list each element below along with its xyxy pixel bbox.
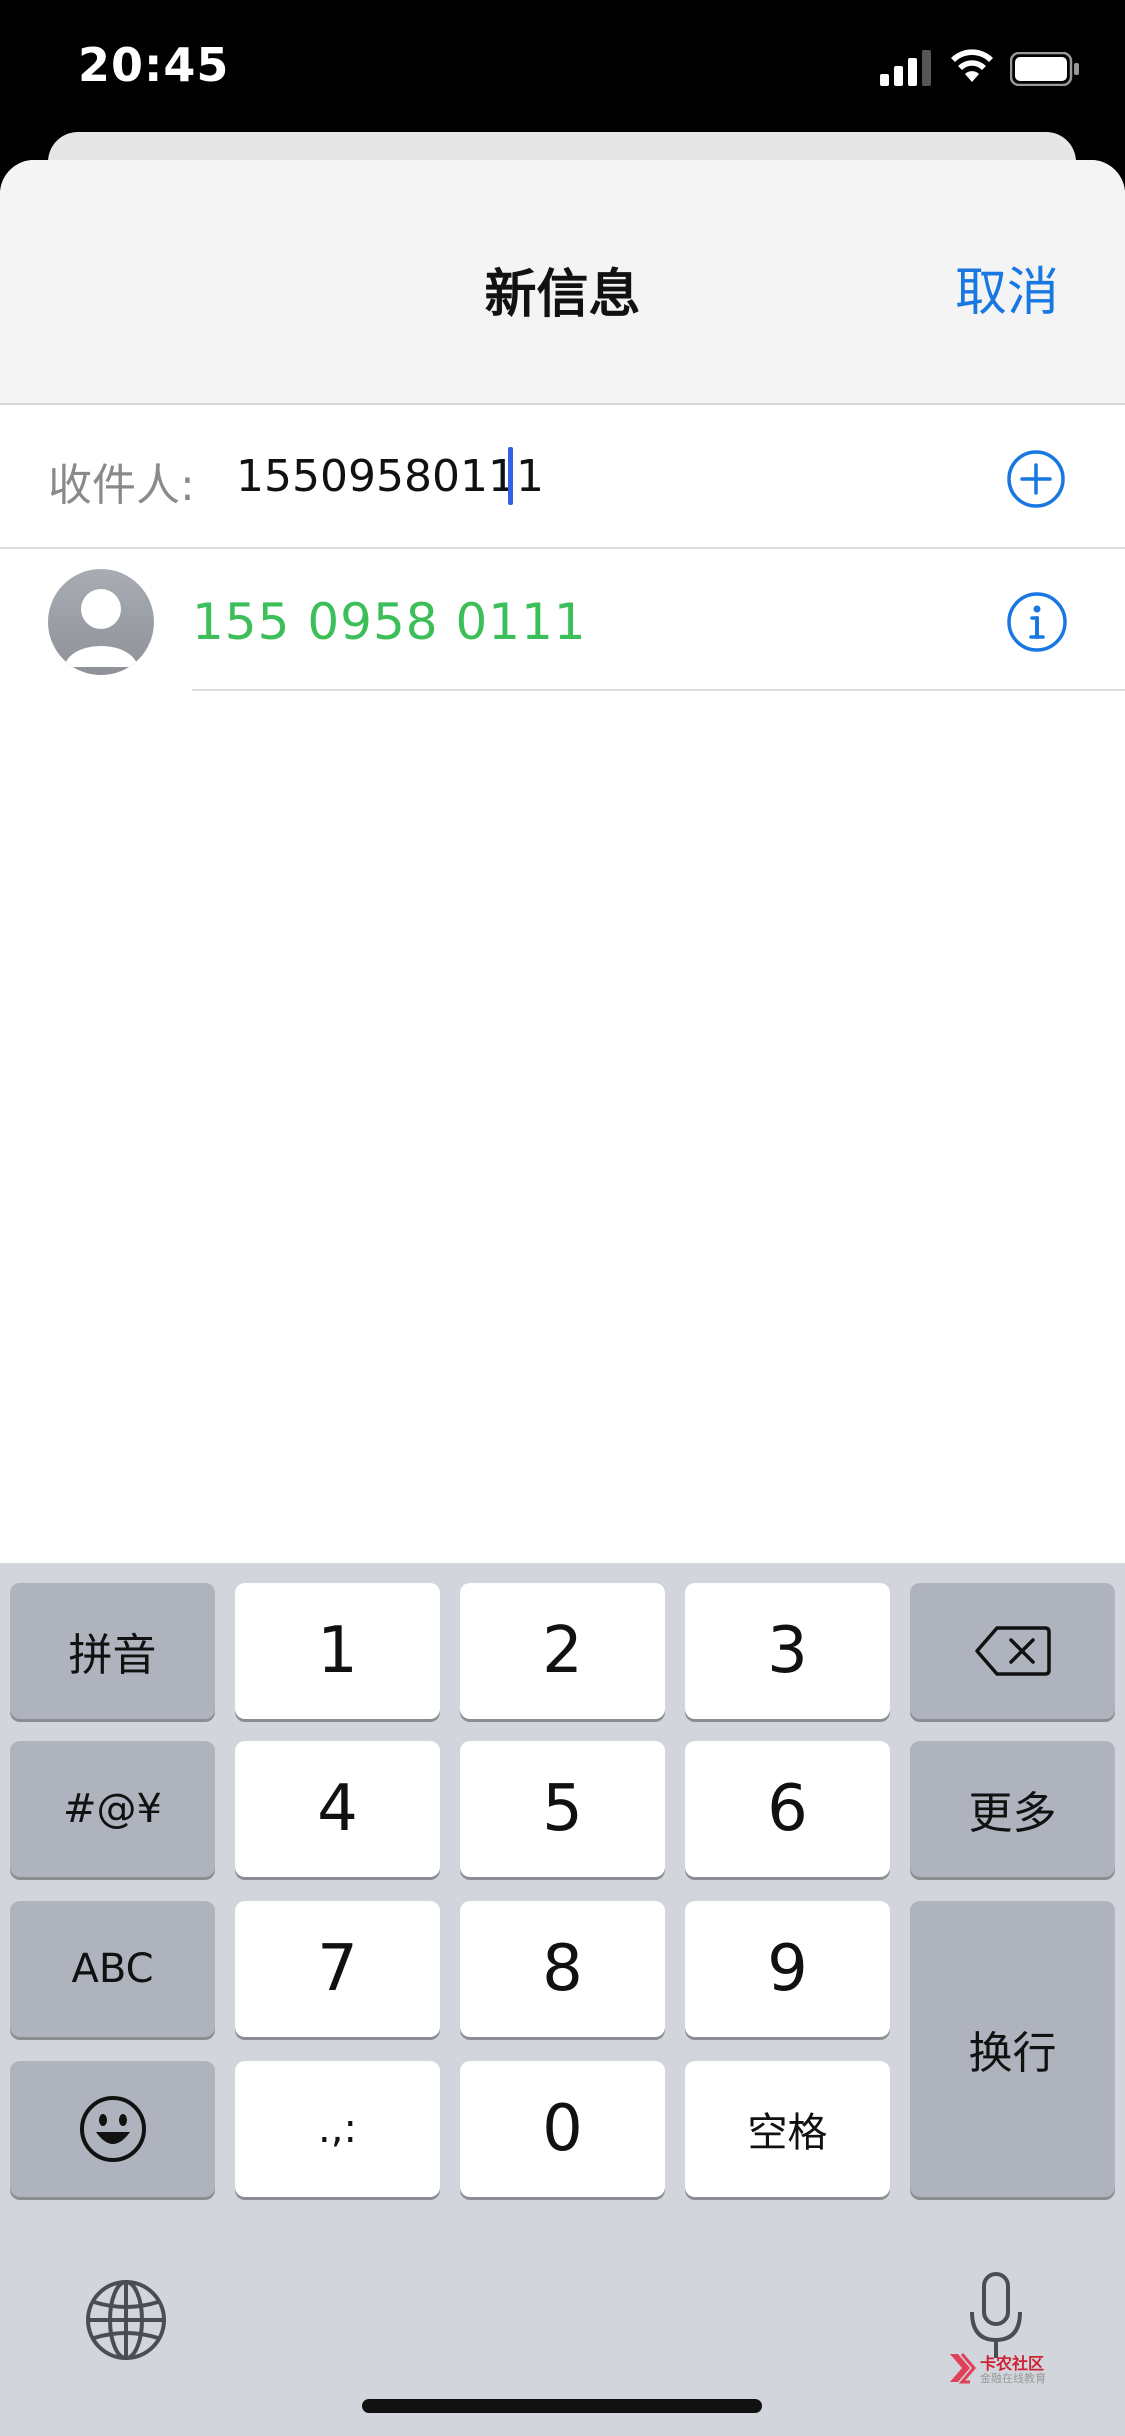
key-space[interactable]: 空格 (685, 2061, 890, 2197)
key-7[interactable]: 7 (235, 1901, 440, 2037)
text-caret (508, 447, 513, 505)
key-6[interactable]: 6 (685, 1741, 890, 1877)
key-0[interactable]: 0 (460, 2061, 665, 2197)
cellular-signal-icon (880, 50, 931, 86)
key-emoji[interactable] (10, 2061, 215, 2197)
key-2[interactable]: 2 (460, 1583, 665, 1719)
battery-icon (1010, 52, 1079, 86)
watermark-subtext: 金融在线教育 (980, 2373, 1046, 2385)
wifi-icon (951, 49, 993, 82)
status-bar: 20:45 (0, 0, 1125, 140)
keyboard: 拼音 1 2 3 #@¥ 4 5 6 更多 ABC 7 8 9 换行 .,: 0… (0, 1563, 1125, 2436)
key-8[interactable]: 8 (460, 1901, 665, 2037)
key-return[interactable]: 换行 (910, 1901, 1115, 2197)
add-contact-icon[interactable] (1006, 449, 1066, 509)
key-pinyin[interactable]: 拼音 (10, 1583, 215, 1719)
globe-icon[interactable] (84, 2278, 168, 2362)
key-9[interactable]: 9 (685, 1901, 890, 2037)
key-3[interactable]: 3 (685, 1583, 890, 1719)
key-delete[interactable] (910, 1583, 1115, 1719)
recipient-label: 收件人: (48, 460, 195, 511)
cancel-button[interactable]: 取消 (955, 250, 1059, 325)
suggestion-number[interactable]: 155 0958 0111 (192, 593, 587, 651)
avatar (48, 569, 154, 675)
key-more[interactable]: 更多 (910, 1741, 1115, 1877)
key-abc[interactable]: ABC (10, 1901, 215, 2037)
divider (192, 689, 1125, 691)
nav-bar: 新信息 取消 (0, 160, 1125, 405)
suggestion-row[interactable]: 155 0958 0111 (0, 549, 1125, 689)
home-indicator[interactable] (362, 2399, 762, 2413)
key-5[interactable]: 5 (460, 1741, 665, 1877)
key-4[interactable]: 4 (235, 1741, 440, 1877)
status-time: 20:45 (78, 38, 230, 92)
info-icon[interactable] (1006, 591, 1068, 653)
emoji-icon (79, 2096, 146, 2162)
recipient-input[interactable]: 15509580111 (236, 451, 544, 502)
recipient-field[interactable]: 收件人: 15509580111 (0, 405, 1125, 549)
key-punctuation[interactable]: .,: (235, 2061, 440, 2197)
watermark-logo: 卡农社区 金融在线教育 (948, 2348, 1068, 2390)
key-symbols[interactable]: #@¥ (10, 1741, 215, 1877)
backspace-icon (974, 1626, 1051, 1676)
key-1[interactable]: 1 (235, 1583, 440, 1719)
